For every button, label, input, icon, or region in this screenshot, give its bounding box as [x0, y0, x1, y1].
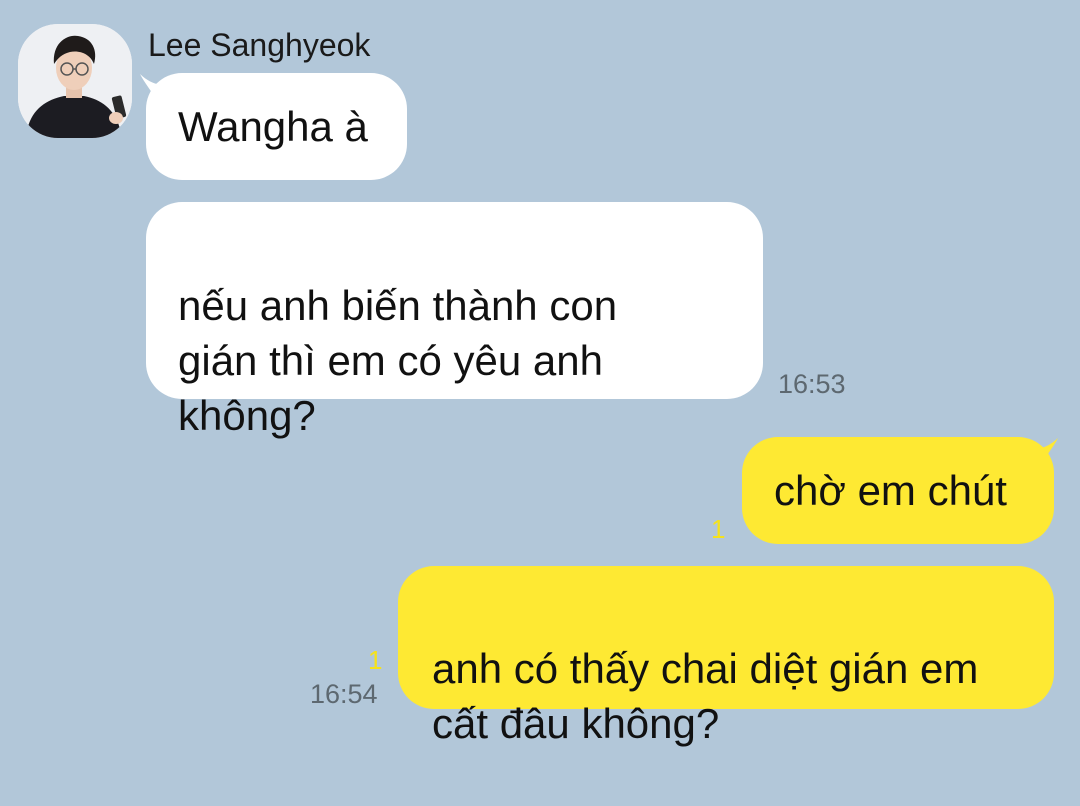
message-text: Wangha à [178, 103, 368, 150]
message-timestamp: 16:53 [778, 369, 846, 399]
outgoing-message-bubble[interactable]: chờ em chút [742, 437, 1054, 544]
sender-avatar[interactable] [18, 24, 132, 138]
avatar-photo-icon [18, 24, 132, 138]
message-text: chờ em chút [774, 467, 1007, 514]
incoming-message-bubble[interactable]: nếu anh biến thành con gián thì em có yê… [146, 202, 763, 439]
message-text: anh có thấy chai diệt gián em cất đâu kh… [432, 645, 979, 747]
unread-count: 1 [368, 645, 383, 675]
unread-count: 1 [711, 514, 726, 544]
message-timestamp: 16:54 [310, 679, 378, 709]
sender-name: Lee Sanghyeok [148, 27, 371, 63]
incoming-message-bubble[interactable]: Wangha à [146, 73, 407, 180]
message-text: nếu anh biến thành con gián thì em có yê… [178, 282, 618, 439]
outgoing-message-bubble[interactable]: anh có thấy chai diệt gián em cất đâu kh… [398, 566, 1054, 747]
